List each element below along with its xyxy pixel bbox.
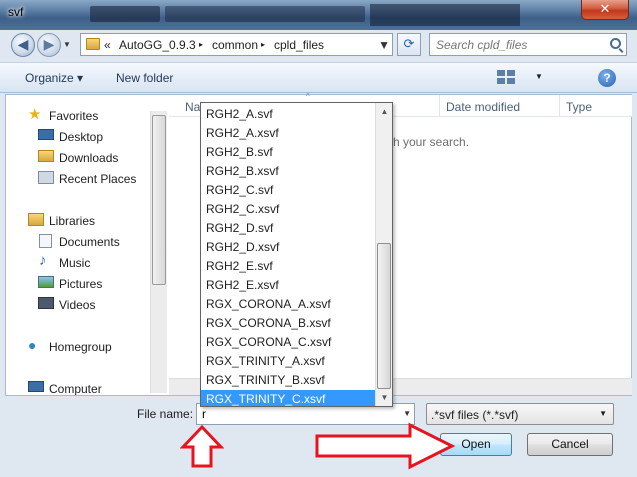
autocomplete-item[interactable]: RGH2_D.xsvf bbox=[201, 238, 375, 257]
file-name-label: File name: bbox=[137, 407, 194, 421]
downloads-folder-icon bbox=[38, 150, 54, 162]
search-icon[interactable] bbox=[610, 38, 621, 49]
address-overflow[interactable]: « bbox=[104, 38, 111, 52]
autocomplete-item[interactable]: RGH2_B.svf bbox=[201, 143, 375, 162]
window-title: svf bbox=[8, 5, 24, 19]
desktop-icon bbox=[38, 129, 54, 140]
breadcrumb-separator[interactable]: ▸ bbox=[199, 40, 203, 49]
view-options-icon[interactable] bbox=[497, 70, 517, 86]
file-name-input[interactable] bbox=[200, 406, 390, 422]
organize-button[interactable]: Organize ▾ bbox=[25, 71, 83, 85]
breadcrumb-separator[interactable]: ▸ bbox=[261, 40, 265, 49]
scrollbar-thumb[interactable] bbox=[152, 115, 166, 285]
autocomplete-item[interactable]: RGH2_A.xsvf bbox=[201, 124, 375, 143]
nav-desktop[interactable]: Desktop bbox=[6, 126, 151, 147]
breadcrumb-common[interactable]: common bbox=[212, 38, 258, 52]
column-name[interactable]: Na bbox=[185, 100, 200, 114]
music-note-icon: ♪ bbox=[39, 252, 47, 269]
file-type-value: .*svf files (*.*svf) bbox=[431, 408, 519, 422]
autocomplete-item[interactable]: RGH2_B.xsvf bbox=[201, 162, 375, 181]
title-bar: svf ✕ bbox=[0, 0, 637, 30]
chevron-down-icon: ▼ bbox=[63, 40, 71, 49]
scroll-up-icon[interactable]: ▲ bbox=[376, 103, 392, 120]
navigation-scrollbar[interactable] bbox=[150, 111, 167, 393]
arrow-left-icon: ◀ bbox=[17, 36, 29, 52]
autocomplete-item[interactable]: RGX_TRINITY_A.xsvf bbox=[201, 352, 375, 371]
address-dropdown-icon[interactable]: ▼ bbox=[378, 38, 390, 52]
autocomplete-item[interactable]: RGH2_C.svf bbox=[201, 181, 375, 200]
empty-search-message: ch your search. bbox=[387, 135, 470, 149]
autocomplete-item[interactable]: RGX_CORONA_C.xsvf bbox=[201, 333, 375, 352]
back-button[interactable]: ◀ bbox=[11, 33, 35, 57]
autocomplete-item-selected[interactable]: RGX_TRINITY_C.xsvf bbox=[201, 390, 375, 406]
videos-icon bbox=[38, 297, 54, 309]
scroll-down-icon[interactable]: ▼ bbox=[376, 389, 392, 406]
recent-places-icon bbox=[38, 171, 54, 184]
nav-homegroup[interactable]: ● Homegroup bbox=[6, 336, 151, 357]
refresh-icon: ⟳ bbox=[403, 36, 415, 51]
libraries-icon bbox=[28, 213, 44, 226]
column-date-modified[interactable]: Date modified bbox=[446, 100, 520, 114]
search-input[interactable] bbox=[434, 36, 604, 53]
view-dropdown-icon[interactable]: ▼ bbox=[535, 72, 543, 81]
autocomplete-item[interactable]: RGX_CORONA_A.xsvf bbox=[201, 295, 375, 314]
documents-icon bbox=[39, 234, 52, 248]
breadcrumb-cpld-files[interactable]: cpld_files bbox=[274, 38, 324, 52]
filename-autocomplete-list[interactable]: RGH2_A.svf RGH2_A.xsvf RGH2_B.svf RGH2_B… bbox=[200, 102, 393, 407]
autocomplete-item[interactable]: RGH2_D.svf bbox=[201, 219, 375, 238]
refresh-button[interactable]: ⟳ bbox=[397, 33, 421, 56]
nav-downloads[interactable]: Downloads bbox=[6, 147, 151, 168]
nav-favorites[interactable]: ★ Favorites bbox=[6, 105, 151, 126]
nav-videos[interactable]: Videos bbox=[6, 294, 151, 315]
address-bar[interactable]: « AutoGG_0.9.3 ▸ common ▸ cpld_files ▼ bbox=[80, 33, 393, 56]
autocomplete-item[interactable]: RGX_TRINITY_B.xsvf bbox=[201, 371, 375, 390]
forward-button[interactable]: ▶ bbox=[37, 33, 61, 57]
navigation-pane: ★ Favorites Desktop Downloads Recent Pla… bbox=[6, 95, 151, 395]
autocomplete-item[interactable]: RGH2_A.svf bbox=[201, 105, 375, 124]
nav-recent-places[interactable]: Recent Places bbox=[6, 168, 151, 189]
autocomplete-item[interactable]: RGH2_E.xsvf bbox=[201, 276, 375, 295]
search-box[interactable] bbox=[429, 33, 627, 56]
background-window-ghost bbox=[370, 4, 520, 26]
homegroup-icon: ● bbox=[28, 337, 37, 353]
column-type[interactable]: Type bbox=[566, 100, 592, 114]
chevron-down-icon[interactable]: ▼ bbox=[403, 409, 411, 418]
new-folder-button[interactable]: New folder bbox=[116, 71, 173, 85]
nav-computer[interactable]: Computer bbox=[6, 378, 151, 395]
nav-libraries[interactable]: Libraries bbox=[6, 210, 151, 231]
autocomplete-item[interactable]: RGX_CORONA_B.xsvf bbox=[201, 314, 375, 333]
arrow-right-icon: ▶ bbox=[43, 36, 55, 52]
cancel-button[interactable]: Cancel bbox=[527, 433, 613, 456]
help-button[interactable]: ? bbox=[598, 69, 616, 87]
background-window-ghost bbox=[90, 6, 160, 22]
autocomplete-scrollbar[interactable]: ▲ ▼ bbox=[375, 103, 392, 406]
star-icon: ★ bbox=[28, 106, 42, 123]
scrollbar-thumb[interactable] bbox=[377, 243, 391, 389]
right-arrow-annotation-icon bbox=[315, 422, 456, 470]
autocomplete-item[interactable]: RGH2_C.xsvf bbox=[201, 200, 375, 219]
nav-music[interactable]: ♪ Music bbox=[6, 252, 151, 273]
command-toolbar: Organize ▾ New folder ▼ ? bbox=[0, 62, 637, 93]
sort-arrow-icon: ^ bbox=[306, 92, 310, 101]
nav-documents[interactable]: Documents bbox=[6, 231, 151, 252]
pictures-icon bbox=[38, 276, 54, 288]
nav-pictures[interactable]: Pictures bbox=[6, 273, 151, 294]
autocomplete-item[interactable]: RGH2_E.svf bbox=[201, 257, 375, 276]
recent-pages-dropdown[interactable]: ▼ bbox=[63, 38, 75, 52]
close-button[interactable]: ✕ bbox=[581, 0, 629, 20]
background-window-ghost bbox=[165, 6, 365, 22]
up-arrow-annotation-icon bbox=[180, 424, 224, 468]
folder-icon bbox=[86, 38, 100, 50]
computer-icon bbox=[28, 381, 44, 392]
breadcrumb-autogg[interactable]: AutoGG_0.9.3 bbox=[119, 38, 196, 52]
chevron-down-icon[interactable]: ▼ bbox=[599, 409, 607, 418]
